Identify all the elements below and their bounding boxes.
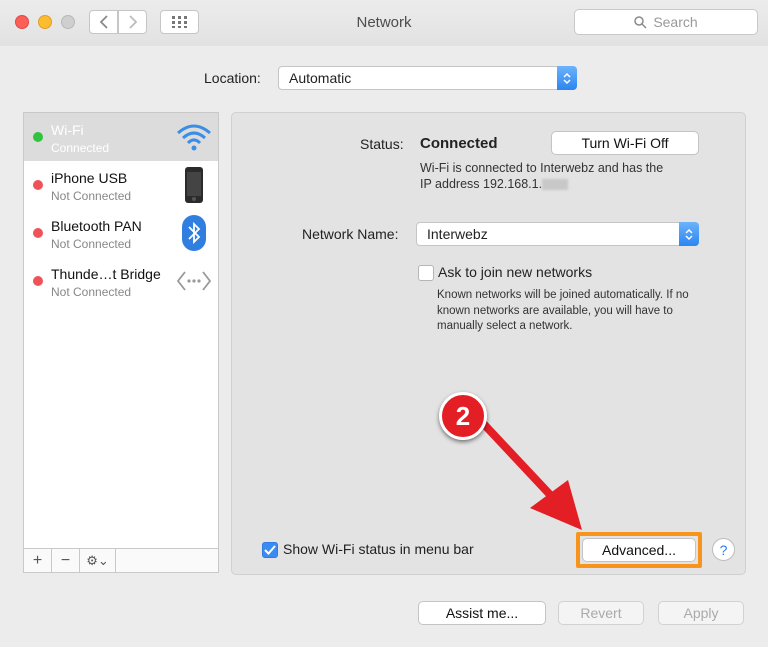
status-dot-red bbox=[33, 276, 43, 286]
service-list: Wi-Fi Connected iPhone USB Not Connected… bbox=[23, 112, 219, 573]
minus-icon: − bbox=[60, 551, 71, 569]
advanced-button[interactable]: Advanced... bbox=[582, 538, 696, 562]
service-name: Bluetooth PAN bbox=[51, 218, 142, 234]
help-button[interactable]: ? bbox=[712, 538, 735, 561]
updown-chevron-icon bbox=[679, 222, 699, 246]
ask-to-join-description: Known networks will be joined automatica… bbox=[437, 289, 689, 332]
location-value: Automatic bbox=[289, 70, 352, 86]
ask-to-join-label: Ask to join new networks bbox=[438, 264, 593, 280]
service-item-thunderbolt-bridge[interactable]: Thunde…t Bridge Not Connected bbox=[24, 257, 218, 305]
checkmark-icon bbox=[264, 545, 276, 555]
show-wifi-status-checkbox[interactable] bbox=[262, 542, 278, 558]
status-label: Status: bbox=[360, 136, 404, 152]
bluetooth-icon bbox=[176, 215, 212, 251]
ip-redaction bbox=[542, 179, 569, 191]
service-name: Wi-Fi bbox=[51, 122, 84, 138]
service-item-wifi[interactable]: Wi-Fi Connected bbox=[24, 113, 218, 161]
action-menu-button[interactable]: ⚙︎⌄ bbox=[80, 549, 116, 572]
status-dot-red bbox=[33, 228, 43, 238]
service-status: Not Connected bbox=[51, 285, 132, 299]
status-description-line: Wi-Fi is connected to Interwebz and has … bbox=[420, 161, 664, 175]
location-select[interactable]: Automatic bbox=[278, 66, 577, 90]
network-name-label: Network Name: bbox=[302, 226, 399, 242]
service-list-toolbar: + − ⚙︎⌄ bbox=[24, 548, 218, 572]
location-label: Location: bbox=[204, 70, 261, 86]
status-dot-red bbox=[33, 180, 43, 190]
service-status: Not Connected bbox=[51, 189, 132, 203]
wifi-icon bbox=[176, 119, 212, 155]
assist-me-button[interactable]: Assist me... bbox=[418, 601, 546, 625]
updown-chevron-icon bbox=[557, 66, 577, 90]
search-placeholder: Search bbox=[653, 14, 698, 30]
add-service-button[interactable]: + bbox=[24, 549, 52, 572]
service-status: Connected bbox=[51, 141, 110, 155]
status-value: Connected bbox=[420, 135, 498, 152]
service-name: iPhone USB bbox=[51, 170, 128, 186]
apply-button[interactable]: Apply bbox=[658, 601, 744, 625]
status-dot-green bbox=[33, 132, 43, 142]
service-item-iphone-usb[interactable]: iPhone USB Not Connected bbox=[24, 161, 218, 209]
status-description: Wi-Fi is connected to Interwebz and has … bbox=[420, 160, 700, 192]
ip-address-text: IP address 192.168.1. bbox=[420, 177, 543, 191]
search-field[interactable]: Search bbox=[574, 9, 758, 35]
service-item-bluetooth-pan[interactable]: Bluetooth PAN Not Connected bbox=[24, 209, 218, 257]
revert-button[interactable]: Revert bbox=[558, 601, 644, 625]
plus-icon: + bbox=[32, 551, 43, 569]
iphone-icon bbox=[176, 167, 212, 203]
network-name-select[interactable]: Interwebz bbox=[416, 222, 699, 246]
thunderbolt-bridge-icon bbox=[176, 263, 212, 299]
network-name-value: Interwebz bbox=[427, 226, 488, 242]
step-number-callout: 2 bbox=[439, 392, 487, 440]
turn-wifi-off-button[interactable]: Turn Wi-Fi Off bbox=[551, 131, 699, 155]
show-wifi-status-label: Show Wi-Fi status in menu bar bbox=[283, 541, 474, 557]
service-name: Thunde…t Bridge bbox=[51, 266, 161, 282]
search-icon bbox=[634, 15, 647, 29]
gear-icon: ⚙︎⌄ bbox=[86, 552, 109, 568]
ask-to-join-checkbox[interactable] bbox=[418, 265, 434, 281]
service-status: Not Connected bbox=[51, 237, 132, 251]
remove-service-button[interactable]: − bbox=[52, 549, 80, 572]
